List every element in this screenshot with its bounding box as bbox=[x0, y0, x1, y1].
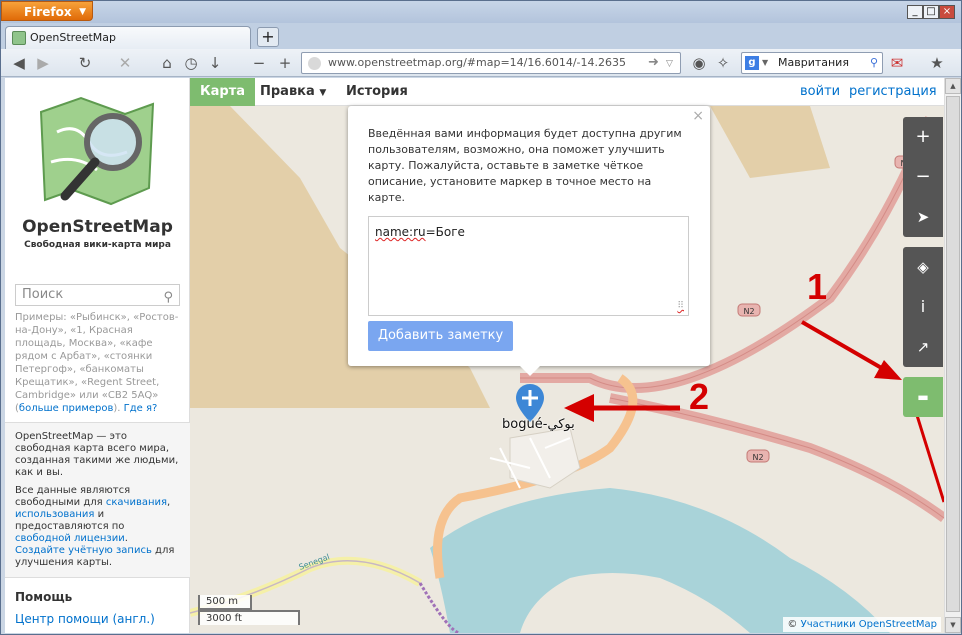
share-icon[interactable]: ↗ bbox=[903, 327, 943, 367]
attribution-prefix: © bbox=[787, 619, 801, 630]
note-key-text: name:ru bbox=[375, 225, 426, 239]
tab-history[interactable]: История bbox=[336, 78, 418, 106]
examples-text: Примеры: «Рыбинск», «Ростов-на-Дону», «1… bbox=[15, 312, 179, 401]
bookmark-star-icon[interactable]: ✧ bbox=[713, 53, 733, 73]
navigation-toolbar: ◀ ▶ ↻ ✕ ⌂ ◷ ↓ − + www.openstreetmap.org/… bbox=[1, 49, 961, 77]
place-label: bogué-بوكي bbox=[502, 417, 575, 432]
rss-icon[interactable]: ◉ bbox=[689, 53, 709, 73]
note-popup-message: Введённая вами информация будет доступна… bbox=[368, 127, 682, 204]
tab-edit-label: Правка bbox=[260, 84, 315, 99]
popup-tip bbox=[520, 366, 540, 376]
addon-icon[interactable]: ✉ bbox=[887, 53, 907, 73]
osm-logo-icon bbox=[39, 96, 155, 206]
about-text-2c: . bbox=[124, 533, 128, 544]
osm-favicon-icon bbox=[12, 31, 26, 45]
page-viewport: OpenStreetMap Свободная вики-карта мира … bbox=[5, 78, 961, 633]
search-icon[interactable]: ⚲ bbox=[163, 288, 173, 308]
chevron-down-icon: ▼ bbox=[79, 7, 86, 17]
attribution-link[interactable]: Участники OpenStreetMap bbox=[801, 619, 937, 630]
tab-title: OpenStreetMap bbox=[30, 31, 117, 44]
firefox-menu-button[interactable]: Firefox ▼ bbox=[1, 1, 93, 21]
scale-imperial: 3000 ft bbox=[198, 610, 300, 625]
more-examples-link[interactable]: больше примеров bbox=[19, 403, 114, 414]
about-text-2: Все данные являются свободными для скачи… bbox=[15, 485, 175, 568]
tab-map[interactable]: Карта bbox=[190, 78, 256, 106]
chevron-down-icon: ▼ bbox=[319, 88, 327, 98]
url-text: www.openstreetmap.org/#map=14/16.6014/-1… bbox=[328, 56, 627, 69]
search-icon[interactable]: ⚲ bbox=[870, 53, 878, 73]
road-shield-n2-mid: N2 bbox=[743, 307, 754, 316]
osm-top-nav: Карта Правка ▼ История войти регистрация bbox=[190, 78, 944, 106]
maximize-button[interactable]: □ bbox=[923, 5, 939, 19]
zoom-in-button[interactable]: + bbox=[903, 117, 943, 157]
signup-link-top[interactable]: регистрация bbox=[849, 78, 937, 106]
info-icon[interactable]: i bbox=[903, 287, 943, 327]
web-search-field[interactable]: g ▼ Мавритания ⚲ bbox=[741, 52, 883, 74]
vertical-scrollbar[interactable]: ▲ ▼ bbox=[944, 78, 961, 633]
note-popup: × Введённая вами информация будет доступ… bbox=[348, 106, 710, 376]
note-textarea[interactable]: name:ru=Боге ⠿ bbox=[368, 216, 689, 316]
help-title: Помощь bbox=[15, 590, 73, 604]
scroll-down-icon[interactable]: ▼ bbox=[945, 617, 961, 633]
zoom-out-button[interactable]: − bbox=[903, 157, 943, 197]
about-text-1: OpenStreetMap — это свободная карта всег… bbox=[15, 431, 179, 478]
road-shield-n2-low: N2 bbox=[752, 453, 763, 462]
back-icon[interactable]: ◀ bbox=[9, 53, 29, 73]
about-box: OpenStreetMap — это свободная карта всег… bbox=[5, 422, 190, 578]
tab-bar: OpenStreetMap + bbox=[1, 23, 961, 49]
scroll-thumb[interactable] bbox=[946, 96, 960, 612]
new-tab-button[interactable]: + bbox=[257, 27, 279, 47]
engine-dropdown-icon[interactable]: ▼ bbox=[762, 53, 768, 73]
annotation-label-1: 1 bbox=[807, 266, 828, 307]
scale-metric: 500 m bbox=[198, 595, 252, 610]
add-note-submit-button[interactable]: Добавить заметку bbox=[368, 321, 513, 351]
login-link[interactable]: войти bbox=[800, 78, 840, 106]
map-attribution: © Участники OpenStreetMap bbox=[783, 617, 941, 632]
osm-search-placeholder: Поиск bbox=[22, 287, 64, 302]
download-icon[interactable]: ↓ bbox=[205, 53, 225, 73]
locate-icon[interactable]: ➤ bbox=[903, 197, 943, 237]
use-link[interactable]: использования bbox=[15, 509, 94, 520]
close-icon[interactable]: × bbox=[692, 108, 704, 124]
tab-edit[interactable]: Правка ▼ bbox=[250, 78, 336, 106]
tab-openstreetmap[interactable]: OpenStreetMap bbox=[5, 26, 251, 49]
site-tagline: Свободная вики-карта мира bbox=[24, 240, 171, 250]
site-brand: OpenStreetMap bbox=[22, 217, 173, 237]
sidebar: OpenStreetMap Свободная вики-карта мира … bbox=[5, 78, 190, 633]
annotation-label-2: 2 bbox=[689, 376, 710, 417]
url-bar[interactable]: www.openstreetmap.org/#map=14/16.6014/-1… bbox=[301, 52, 681, 74]
zoom-in-icon[interactable]: + bbox=[275, 53, 295, 73]
resize-grip-icon[interactable]: ⠿ bbox=[677, 301, 684, 311]
stop-icon[interactable]: ✕ bbox=[115, 53, 135, 73]
help-center-link[interactable]: Центр помощи (англ.) bbox=[15, 612, 155, 626]
where-am-i-link[interactable]: Где я? bbox=[124, 403, 158, 414]
home-icon[interactable]: ⌂ bbox=[157, 53, 177, 73]
google-icon: g bbox=[745, 56, 759, 70]
history-icon[interactable]: ◷ bbox=[181, 53, 201, 73]
web-search-value: Мавритания bbox=[778, 56, 849, 69]
minimize-button[interactable]: _ bbox=[907, 5, 923, 19]
scroll-up-icon[interactable]: ▲ bbox=[945, 78, 961, 94]
scale-bar: 500 m 3000 ft bbox=[198, 595, 300, 625]
url-dropdown-icon[interactable]: ▽ bbox=[666, 54, 673, 73]
close-window-button[interactable]: × bbox=[939, 5, 955, 19]
forward-icon[interactable]: ▶ bbox=[33, 53, 53, 73]
layers-icon[interactable]: ◈ bbox=[903, 247, 943, 287]
title-bar: Firefox ▼ _ □ × bbox=[1, 1, 961, 23]
add-note-button[interactable]: ▬ bbox=[903, 377, 943, 417]
signup-link[interactable]: Создайте учётную запись bbox=[15, 545, 152, 556]
site-identity-icon bbox=[308, 57, 321, 70]
license-link[interactable]: свободной лицензии bbox=[15, 533, 125, 544]
reload-icon[interactable]: ↻ bbox=[75, 53, 95, 73]
browser-window: Firefox ▼ _ □ × OpenStreetMap + ◀ ▶ ↻ ✕ ⌂… bbox=[0, 0, 962, 635]
bookmarks-menu-icon[interactable]: ★ bbox=[927, 53, 947, 73]
search-examples: Примеры: «Рыбинск», «Ростов-на-Дону», «1… bbox=[15, 312, 179, 414]
firefox-menu-label: Firefox bbox=[24, 5, 72, 19]
download-link[interactable]: скачивания bbox=[106, 497, 167, 508]
go-arrow-icon[interactable]: ➜ bbox=[648, 53, 659, 73]
zoom-out-icon[interactable]: − bbox=[249, 53, 269, 73]
osm-search-input[interactable]: Поиск ⚲ bbox=[15, 284, 180, 306]
note-value-text: =Боге bbox=[425, 225, 465, 239]
